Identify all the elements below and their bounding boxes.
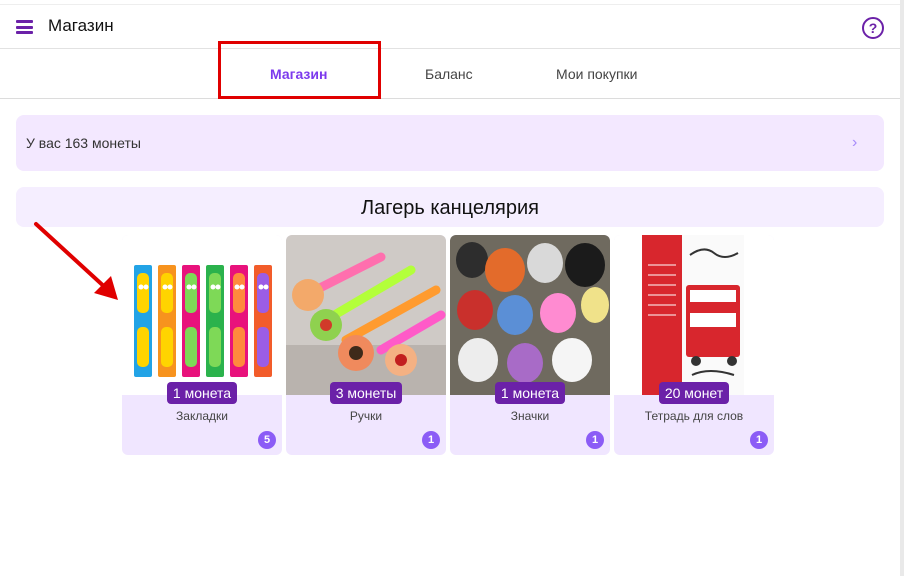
annotation-arrow: [34, 222, 118, 300]
